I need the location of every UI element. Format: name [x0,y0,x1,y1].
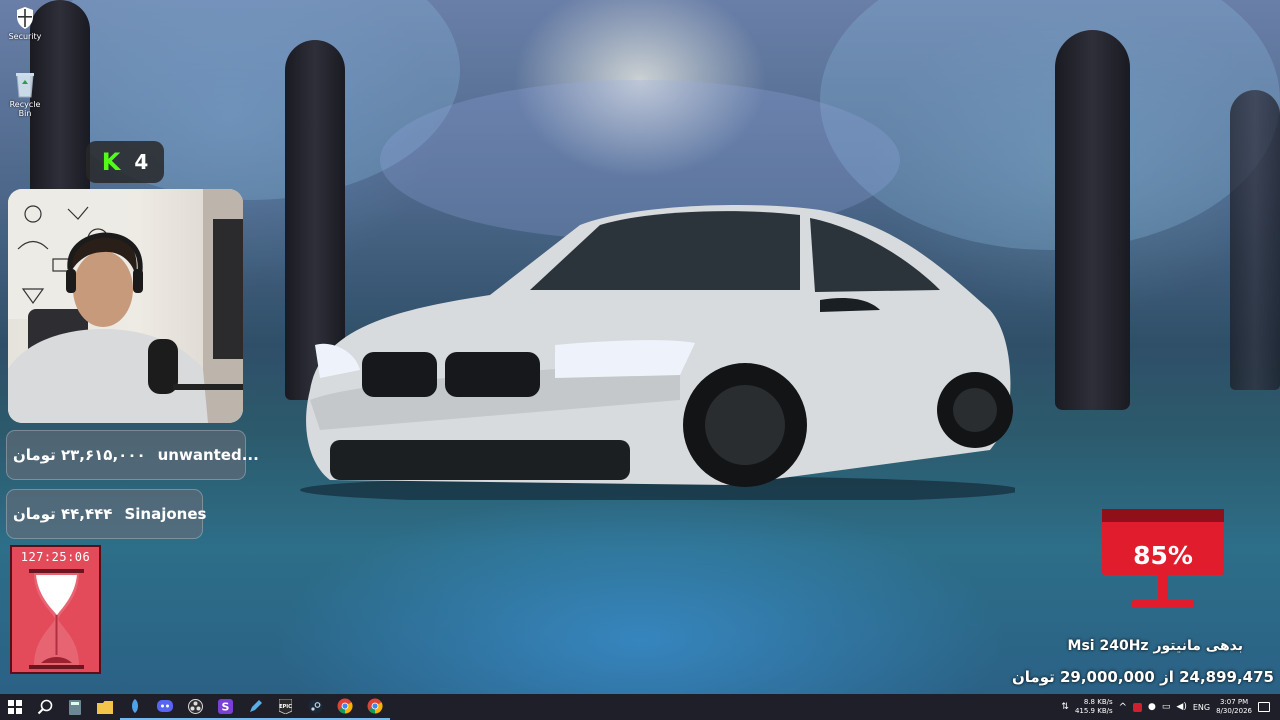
search-icon [37,699,53,715]
donor-name: Sinajones [124,505,207,523]
taskbar-app[interactable] [120,694,150,720]
clock-date: 8/30/2026 [1216,707,1252,715]
system-tray: ⇅ 8.8 KB/s 415.9 KB/s ^ ● ▭ ◀) ENG 3:07 … [1061,694,1280,720]
tray-overflow-icon[interactable]: ^ [1119,702,1127,713]
kick-logo-icon: K [101,148,121,176]
search-button[interactable] [30,694,60,720]
network-icon[interactable]: ▭ [1162,702,1171,712]
webcam-feed [8,189,243,423]
desktop-icon-recycle-bin[interactable]: Recycle Bin [3,70,47,118]
net-down: 415.9 KB/s [1074,707,1113,715]
antivirus-icon[interactable] [1133,702,1143,712]
taskbar-calculator[interactable] [60,694,90,720]
taskbar-clock[interactable]: 3:07 PM 8/30/2026 [1216,698,1252,716]
obs-icon [187,698,203,714]
donation-alert: ۴۴,۴۴۴ تومان Sinajones [6,489,207,539]
desktop-icon-security[interactable]: Security [3,6,47,41]
network-speed-arrows-icon: ⇅ [1061,702,1069,712]
goal-percent: 85% [1133,541,1193,570]
net-up: 8.8 KB/s [1083,698,1113,706]
desktop-icon-label: Recycle Bin [9,100,41,118]
language-indicator[interactable]: ENG [1193,703,1210,712]
desktop-icon-label: Security [8,32,42,41]
goal-amount: 24,899,475 از 29,000,000 تومان [1011,668,1274,686]
goal-title: بدهی مانیتور Msi 240Hz [1067,638,1243,654]
recycle-bin-icon [16,73,34,98]
donation-amount: ۲۳,۶۱۵,۰۰۰ تومان [13,446,146,464]
discord-icon [157,700,173,712]
donation-amount: ۴۴,۴۴۴ تومان [13,505,113,523]
volume-icon[interactable]: ◀) [1176,702,1186,712]
viewer-count: 4 [134,150,149,174]
taskbar-file-explorer[interactable] [90,694,120,720]
kick-viewer-badge: K 4 [86,141,164,183]
taskbar-pen-app[interactable] [240,694,270,720]
taskbar-chrome[interactable] [330,694,360,720]
donation-alert: ۲۳,۶۱۵,۰۰۰ تومان unwanted... [6,430,259,480]
donor-name: unwanted... [157,446,259,464]
epic-games-icon: EPIC [278,698,292,714]
subathon-timer: 127:25:06 [10,545,101,674]
svg-text:S: S [221,700,229,713]
taskbar-epic-games[interactable]: EPIC [270,694,300,720]
taskbar-obs[interactable] [180,694,210,720]
app-icon [132,699,138,713]
chrome-icon [337,698,353,714]
car-image [300,205,1015,500]
s-app-icon: S [217,698,233,714]
windows-start-icon [8,700,22,714]
microphone-icon[interactable]: ● [1148,702,1156,712]
webcam-image [8,189,243,423]
taskbar-s-app[interactable]: S [210,694,240,720]
hourglass-icon [29,569,84,669]
calculator-icon [69,699,81,715]
svg-text:EPIC: EPIC [279,704,292,710]
chrome-icon-2 [367,698,383,714]
timer-value: 127:25:06 [20,550,91,564]
network-speed: 8.8 KB/s 415.9 KB/s [1075,698,1113,716]
clock-time: 3:07 PM [1219,698,1249,706]
taskbar-discord[interactable] [150,694,180,720]
notification-icon[interactable] [1258,702,1270,712]
steam-icon [308,699,322,713]
taskbar-steam[interactable] [300,694,330,720]
folder-icon [97,700,113,714]
start-button[interactable] [0,694,30,720]
taskbar: S EPIC ⇅ 8.8 KB/s 415.9 KB/s ^ ● ▭ ◀) EN… [0,694,1280,720]
taskbar-chrome-2[interactable] [360,694,390,720]
shield-icon [17,7,33,29]
pen-app-icon [249,699,262,712]
